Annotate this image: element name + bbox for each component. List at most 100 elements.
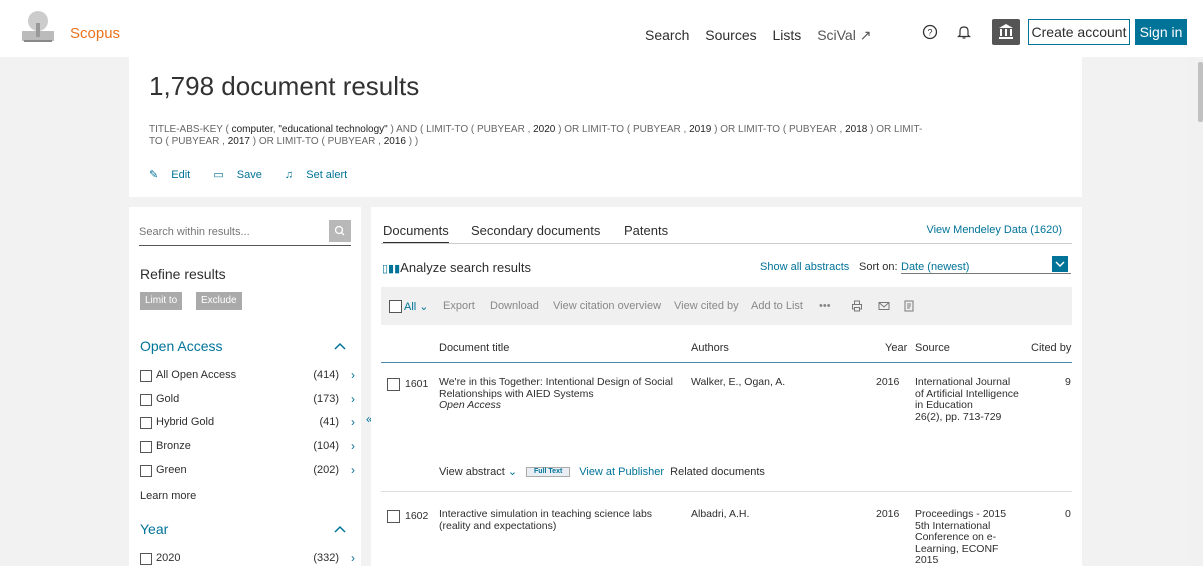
chevron-right-icon[interactable]: › [351,415,355,429]
open-access-label: Open Access [439,399,502,411]
query-year: 2016 [383,136,406,147]
analyze-label: Analyze search results [400,260,531,275]
sort-dropdown-button[interactable] [1052,256,1068,272]
document-title[interactable]: Interactive simulation in teaching scien… [439,508,679,532]
open-access-facet-title[interactable]: Open Access [140,338,223,354]
sort-label: Sort on: [859,261,898,273]
checkbox[interactable] [140,553,152,565]
col-year[interactable]: Year [885,342,907,354]
set-alert-button[interactable]: ♫ Set alert [285,169,357,181]
help-icon[interactable]: ? [922,24,938,40]
limit-to-button[interactable]: Limit to [140,292,183,310]
checkbox[interactable] [140,370,152,382]
search-within-input[interactable] [139,220,323,244]
institution-icon [999,24,1013,39]
facet-item-green[interactable]: Green (202) › [140,463,355,480]
facet-label: Gold [156,393,180,405]
show-all-abstracts-link[interactable]: Show all abstracts [760,261,849,273]
facet-item-all-open-access[interactable]: All Open Access (414) › [140,368,355,385]
cited-by-count[interactable]: 9 [1065,376,1071,389]
chevron-right-icon[interactable]: › [351,463,355,477]
view-cited-by-button[interactable]: View cited by [674,300,739,312]
authors[interactable]: Albadri, A.H. [691,508,749,521]
select-all-checkbox[interactable] [389,300,402,313]
tab-documents[interactable]: Documents [383,223,449,244]
edit-query-button[interactable]: ✎ Edit [149,169,200,181]
view-abstract-link[interactable]: View abstract ⌄ [439,466,517,478]
source[interactable]: Proceedings - 2015 5th International Con… [915,508,1020,566]
row-divider [381,491,1072,492]
bibliography-icon[interactable] [903,300,915,312]
analyze-results-link[interactable]: ▯▮▮Analyze search results [382,260,531,275]
facet-count: (173) [313,393,339,405]
view-abstract-label: View abstract [439,466,505,478]
page-scrollbar-thumb[interactable] [1198,62,1203,122]
query-text: ) OR LIMIT- [867,124,923,135]
source-title[interactable]: International Journal of Artificial Inte… [915,376,1019,411]
checkbox[interactable] [140,465,152,477]
add-to-list-button[interactable]: Add to List [751,300,803,312]
view-at-publisher-link[interactable]: View at Publisher [579,466,664,478]
elsevier-logo-icon[interactable] [18,9,58,45]
chevron-right-icon[interactable]: › [351,392,355,406]
year: 2016 [876,376,900,388]
cited-by-count[interactable]: 0 [1065,508,1071,521]
nav-sources[interactable]: Sources [705,27,756,43]
query-text: ) ) [405,136,419,147]
row-checkbox[interactable] [387,510,400,523]
facet-item-year-2020[interactable]: 2020 (332) › [140,551,355,566]
chevron-up-icon[interactable] [334,342,346,350]
exclude-button[interactable]: Exclude [196,292,242,310]
view-mendeley-data-link[interactable]: View Mendeley Data (1620) [926,224,1062,236]
full-text-button[interactable]: Full Text [526,467,571,478]
chevron-right-icon[interactable]: › [351,439,355,453]
tab-patents[interactable]: Patents [624,223,668,238]
nav-scival[interactable]: SciVal ↗ [817,27,871,43]
institution-button[interactable] [992,19,1020,45]
col-document-title[interactable]: Document title [439,342,509,354]
result-tabs: Documents Secondary documents Patents Vi… [371,207,1082,244]
year-facet-title[interactable]: Year [140,521,168,537]
authors[interactable]: Walker, E., Ogan, A. [691,376,785,389]
facet-item-bronze[interactable]: Bronze (104) › [140,439,355,456]
facet-count: (414) [313,369,339,381]
checkbox[interactable] [140,441,152,453]
search-icon [334,225,345,236]
tab-secondary-documents[interactable]: Secondary documents [471,223,600,238]
related-documents-link[interactable]: Related documents [670,466,765,478]
query-term: "educational technology" [278,124,388,135]
nav-search[interactable]: Search [645,27,689,43]
email-icon[interactable] [878,300,890,312]
col-source[interactable]: Source [915,342,950,354]
download-button[interactable]: Download [490,300,539,312]
view-citation-overview-button[interactable]: View citation overview [553,300,661,312]
chevron-right-icon[interactable]: › [351,551,355,565]
source[interactable]: International Journal of Artificial Inte… [915,376,1020,423]
page-scrollbar[interactable] [1186,57,1203,566]
facet-item-hybrid-gold[interactable]: Hybrid Gold (41) › [140,415,355,432]
row-checkbox[interactable] [387,378,400,391]
sign-in-button[interactable]: Sign in [1135,19,1187,45]
select-all-dropdown[interactable]: All ⌄ [404,300,429,313]
document-title[interactable]: We're in this Together: Intentional Desi… [439,376,673,400]
learn-more-link[interactable]: Learn more [140,490,196,502]
col-authors[interactable]: Authors [691,342,729,354]
export-button[interactable]: Export [443,300,475,312]
checkbox[interactable] [140,417,152,429]
search-within-button[interactable] [329,220,351,242]
brand-name[interactable]: Scopus [70,25,120,42]
facet-item-gold[interactable]: Gold (173) › [140,392,355,409]
checkbox[interactable] [140,394,152,406]
bell-icon[interactable] [956,24,972,40]
print-icon[interactable] [851,300,863,312]
document-title-link[interactable]: We're in this Together: Intentional Desi… [439,376,679,412]
sort-select[interactable]: Date (newest) [901,261,969,273]
more-options-icon[interactable]: ••• [819,300,831,312]
create-account-button[interactable]: Create account [1028,19,1130,45]
save-query-button[interactable]: ▭ Save [213,169,272,181]
col-cited-by[interactable]: Cited by [1031,342,1071,354]
nav-lists[interactable]: Lists [773,27,802,43]
query-text: TO ( PUBYEAR , [149,136,228,147]
chevron-right-icon[interactable]: › [351,368,355,382]
chevron-up-icon[interactable] [334,525,346,533]
